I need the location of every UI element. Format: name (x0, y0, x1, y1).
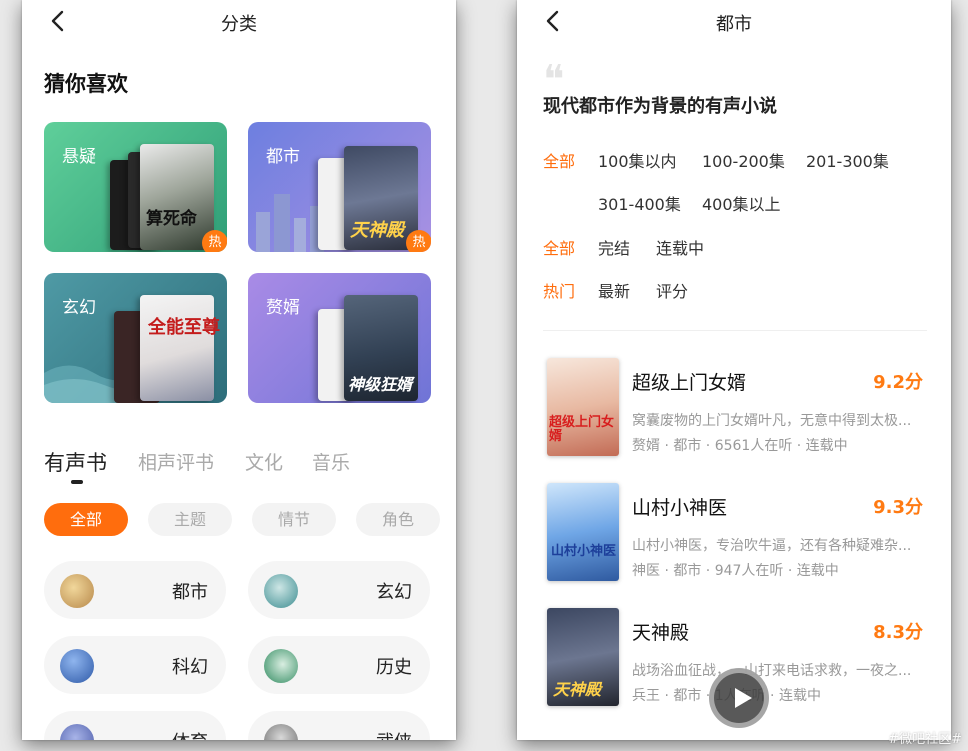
status-filter-completed[interactable]: 完结 (598, 235, 630, 259)
episode-filter-301-400[interactable]: 301-400集 (598, 191, 681, 215)
book-title: 超级上门女婿 (632, 372, 747, 394)
active-tab-indicator (71, 480, 83, 484)
filter-theme[interactable]: 主题 (148, 503, 232, 536)
fantasy-icon (264, 574, 298, 608)
book-cover-main: 全能至尊 (140, 295, 220, 401)
filter-role[interactable]: 角色 (356, 503, 440, 536)
genre-history[interactable]: 历史 (248, 636, 430, 694)
martial-arts-icon (264, 724, 298, 740)
section-title: 猜你喜欢 (44, 72, 128, 96)
cover-title: 天神殿 (350, 220, 404, 241)
list-item[interactable]: 山村小神医 山村小神医 9.3分 山村小神医，专治吹牛逼，还有各种疑难杂... … (543, 483, 927, 593)
episode-filter-all[interactable]: 全部 (543, 148, 575, 172)
cover-title: 算死命 (146, 209, 197, 229)
genre-city[interactable]: 都市 (44, 561, 226, 619)
book-cover-main: 算死命 (140, 144, 214, 250)
hot-badge: 热 (202, 230, 227, 252)
book-description: 山村小神医，专治吹牛逼，还有各种疑难杂... (632, 538, 912, 554)
list-item[interactable]: 超级上门女婿 超级上门女婿 9.2分 窝囊废物的上门女婿叶凡，无意中得到太极..… (543, 358, 927, 468)
book-description: 窝囊废物的上门女婿叶凡，无意中得到太极... (632, 413, 912, 429)
book-cover: 天神殿 (547, 608, 619, 706)
book-cover: 超级上门女婿 (547, 358, 619, 456)
genre-sports[interactable]: 体育 (44, 711, 226, 740)
category-card-fantasy[interactable]: 玄幻 全能至尊 (44, 273, 227, 403)
filter-plot[interactable]: 情节 (252, 503, 336, 536)
genre-martial-arts[interactable]: 武侠 (248, 711, 430, 740)
tab-culture[interactable]: 文化 (245, 448, 283, 475)
card-label: 玄幻 (62, 298, 96, 318)
history-icon (264, 649, 298, 683)
sort-latest[interactable]: 最新 (598, 278, 630, 302)
book-meta: 神医 · 都市 · 947人在听 · 连载中 (632, 563, 839, 579)
book-cover-main: 神级狂婿 (344, 295, 418, 401)
sports-icon (60, 724, 94, 740)
book-title: 山村小神医 (632, 497, 728, 519)
book-description: 战场浴血征战，一山打来电话求救，一夜之... (632, 663, 912, 679)
play-button[interactable] (709, 668, 769, 728)
genre-name: 科幻 (172, 657, 208, 678)
book-meta: 赘婿 · 都市 · 6561人在听 · 连载中 (632, 438, 848, 454)
hot-badge: 热 (406, 230, 431, 252)
category-screen: 分类 猜你喜欢 悬疑 算死命 热 都市 天神殿 热 玄幻 全能至尊 赘婿 神级狂… (22, 0, 456, 740)
category-card-suspense[interactable]: 悬疑 算死命 热 (44, 122, 227, 252)
sort-rating[interactable]: 评分 (656, 278, 688, 302)
cover-title: 神级狂婿 (348, 375, 413, 394)
genre-name: 玄幻 (376, 582, 412, 603)
top-bar: 分类 (22, 0, 456, 44)
genre-name: 体育 (172, 728, 208, 740)
book-cover-main: 天神殿 (344, 146, 418, 250)
episode-filter-100-200[interactable]: 100-200集 (702, 148, 785, 172)
book-title: 天神殿 (632, 622, 690, 644)
card-label: 赘婿 (266, 298, 300, 318)
tab-music[interactable]: 音乐 (312, 448, 350, 475)
genre-name: 都市 (172, 582, 208, 603)
card-label: 悬疑 (62, 147, 96, 167)
episode-filter-under-100[interactable]: 100集以内 (598, 148, 677, 172)
cover-title: 山村小神医 (551, 544, 617, 559)
episode-filter-over-400[interactable]: 400集以上 (702, 191, 781, 215)
page-title: 分类 (221, 14, 257, 35)
page-title: 都市 (716, 14, 752, 35)
tab-audiobook[interactable]: 有声书 (44, 447, 107, 477)
genre-name: 武侠 (376, 728, 412, 740)
category-card-city[interactable]: 都市 天神殿 热 (248, 122, 431, 252)
card-label: 都市 (266, 147, 300, 167)
cover-title: 天神殿 (553, 680, 602, 699)
genre-fantasy[interactable]: 玄幻 (248, 561, 430, 619)
category-card-son-in-law[interactable]: 赘婿 神级狂婿 (248, 273, 431, 403)
city-icon (60, 574, 94, 608)
book-cover: 山村小神医 (547, 483, 619, 581)
book-score: 9.2分 (873, 372, 923, 393)
watermark: #微吧社区# (888, 732, 962, 747)
genre-name: 历史 (376, 657, 412, 678)
cover-title: 超级上门女婿 (549, 415, 615, 444)
top-bar: 都市 (517, 0, 951, 44)
category-description: 现代都市作为背景的有声小说 (543, 96, 777, 117)
planet-icon (60, 649, 94, 683)
divider (543, 330, 927, 331)
status-filter-all[interactable]: 全部 (543, 235, 575, 259)
filter-all[interactable]: 全部 (44, 503, 128, 536)
genre-scifi[interactable]: 科幻 (44, 636, 226, 694)
cover-title: 全能至尊 (148, 317, 220, 338)
book-score: 9.3分 (873, 497, 923, 518)
sort-popular[interactable]: 热门 (543, 278, 575, 302)
city-category-screen: 都市 ❝ 现代都市作为背景的有声小说 全部 100集以内 100-200集 20… (517, 0, 951, 740)
book-score: 8.3分 (873, 622, 923, 643)
tab-crosstalk[interactable]: 相声评书 (138, 448, 214, 475)
play-icon (735, 688, 752, 708)
status-filter-ongoing[interactable]: 连载中 (656, 235, 704, 259)
episode-filter-201-300[interactable]: 201-300集 (806, 148, 889, 172)
